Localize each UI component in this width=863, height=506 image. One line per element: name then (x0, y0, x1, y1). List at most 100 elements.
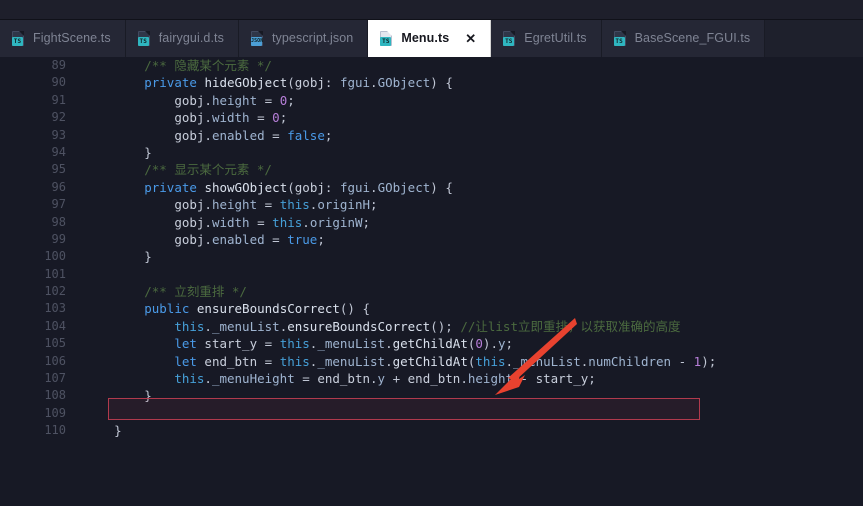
code-token: this (279, 197, 310, 213)
code-token: . (460, 371, 468, 387)
code-line[interactable]: 101 (0, 266, 863, 283)
editor-tab-menu-ts[interactable]: TS Menu.ts ✕ (368, 20, 492, 57)
code-line[interactable]: 103 public ensureBoundsCorrect() { (0, 300, 863, 317)
line-number: 105 (44, 336, 66, 351)
code-line[interactable]: 99 gobj.enabled = true; (0, 231, 863, 248)
code-line-text: public ensureBoundsCorrect() { (66, 300, 370, 317)
code-line-text: let start_y = this._menuList.getChildAt(… (66, 335, 513, 352)
ts-file-icon: TS (380, 31, 394, 46)
line-number: 102 (44, 284, 66, 299)
editor-tab-typescript-json[interactable]: JSON typescript.json (238, 20, 369, 57)
code-token: y (377, 371, 386, 387)
code-token: = (264, 231, 288, 247)
code-line[interactable]: 107 this._menuHeight = end_btn.y + end_b… (0, 370, 863, 387)
tab-close-icon[interactable]: ✕ (465, 32, 476, 45)
code-token: ) { (430, 179, 453, 195)
code-line[interactable]: 90 private hideGObject(gobj: fgui.GObjec… (0, 74, 863, 91)
code-token: //让list立即重排，以获取准确的高度 (460, 318, 681, 334)
editor-tab-fightscene-ts[interactable]: TS FightScene.ts (0, 20, 126, 57)
code-line[interactable]: 91 gobj.height = 0; (0, 92, 863, 109)
code-token: /** 显示某个元素 */ (144, 162, 272, 178)
code-token: height (211, 197, 258, 213)
code-token: getChildAt (392, 353, 468, 369)
code-token: ; (505, 336, 514, 352)
line-number: 95 (51, 162, 66, 177)
code-line[interactable]: 102 /** 立刻重排 */ (0, 283, 863, 300)
code-line[interactable]: 106 let end_btn = this._menuList.getChil… (0, 353, 863, 370)
code-line[interactable]: 98 gobj.width = this.originW; (0, 214, 863, 231)
code-token: ; (317, 231, 325, 247)
editor-tab-basescene-fgui-ts[interactable]: TS BaseScene_FGUI.ts (601, 20, 766, 57)
code-line-text: /** 显示某个元素 */ (66, 161, 272, 178)
line-number: 107 (44, 371, 66, 386)
code-line[interactable]: 94 } (0, 144, 863, 161)
code-token: end_btn (204, 353, 258, 369)
code-line[interactable]: 104 this._menuList.ensureBoundsCorrect()… (0, 318, 863, 335)
code-line-text: let end_btn = this._menuList.getChildAt(… (66, 353, 716, 370)
code-line[interactable]: 92 gobj.width = 0; (0, 109, 863, 126)
code-line[interactable]: 110 } (0, 422, 863, 439)
line-number: 106 (44, 353, 66, 368)
code-token: = (257, 336, 280, 352)
code-line[interactable]: 100 } (0, 248, 863, 265)
code-line-text: this._menuList.ensureBoundsCorrect(); //… (66, 318, 680, 335)
code-token: = (264, 127, 288, 143)
code-token: /** 隐藏某个元素 */ (144, 58, 272, 73)
code-token: } (84, 249, 152, 265)
code-token: GObject (377, 75, 431, 91)
editor-tab-egretutil-ts[interactable]: TS EgretUtil.ts (491, 20, 602, 57)
code-token: public (144, 301, 190, 317)
code-line[interactable]: 105 let start_y = this._menuList.getChil… (0, 335, 863, 352)
code-token: fgui (339, 75, 371, 91)
code-line[interactable]: 108 } (0, 387, 863, 404)
code-token: 0 (272, 110, 280, 126)
code-token: this (475, 353, 506, 369)
code-line-text: gobj.height = this.originH; (66, 196, 377, 213)
code-token: let (174, 353, 197, 369)
code-token: ( (287, 179, 295, 195)
editor-tab-label: EgretUtil.ts (524, 31, 587, 46)
line-number: 110 (44, 423, 66, 438)
code-line-text: } (66, 144, 152, 161)
code-token: originW (309, 214, 363, 230)
ts-file-icon: TS (613, 31, 628, 46)
code-token: = (257, 92, 280, 108)
code-line[interactable]: 97 gobj.height = this.originH; (0, 196, 863, 213)
code-line[interactable]: 89 /** 隐藏某个元素 */ (0, 57, 863, 74)
code-line[interactable]: 95 /** 显示某个元素 */ (0, 161, 863, 178)
code-token: getChildAt (392, 336, 468, 352)
code-token: ; (287, 92, 295, 108)
code-token: . (204, 127, 212, 143)
code-token: } (84, 144, 152, 160)
code-token: false (287, 127, 325, 143)
code-token: } (84, 388, 152, 404)
code-token: hideGObject (204, 75, 288, 91)
ts-file-icon: TS (12, 31, 26, 46)
code-token: enabled (211, 231, 265, 247)
code-line[interactable]: 93 gobj.enabled = false; (0, 127, 863, 144)
editor-tab-fairygui-d-ts[interactable]: TS fairygui.d.ts (125, 20, 239, 57)
code-line-text: gobj.enabled = true; (66, 231, 325, 248)
line-number: 97 (51, 197, 66, 212)
code-editor-pane[interactable]: 89 /** 隐藏某个元素 */90 private hideGObject(g… (0, 57, 863, 506)
code-token: originH (317, 197, 371, 213)
code-content[interactable]: 89 /** 隐藏某个元素 */90 private hideGObject(g… (0, 57, 863, 506)
code-token: _menuList (317, 353, 386, 369)
code-token: gobj (294, 179, 325, 195)
code-token: = (294, 371, 318, 387)
code-token: GObject (377, 179, 431, 195)
code-token: y (497, 336, 506, 352)
code-line-text: gobj.width = 0; (66, 109, 287, 126)
code-token: this (279, 336, 310, 352)
code-token: gobj (294, 75, 325, 91)
code-token: gobj (174, 214, 205, 230)
code-line[interactable]: 109 (0, 405, 863, 422)
code-line-text: } (66, 248, 152, 265)
code-line-text: } (66, 387, 152, 404)
code-line[interactable]: 96 private showGObject(gobj: fgui.GObjec… (0, 179, 863, 196)
